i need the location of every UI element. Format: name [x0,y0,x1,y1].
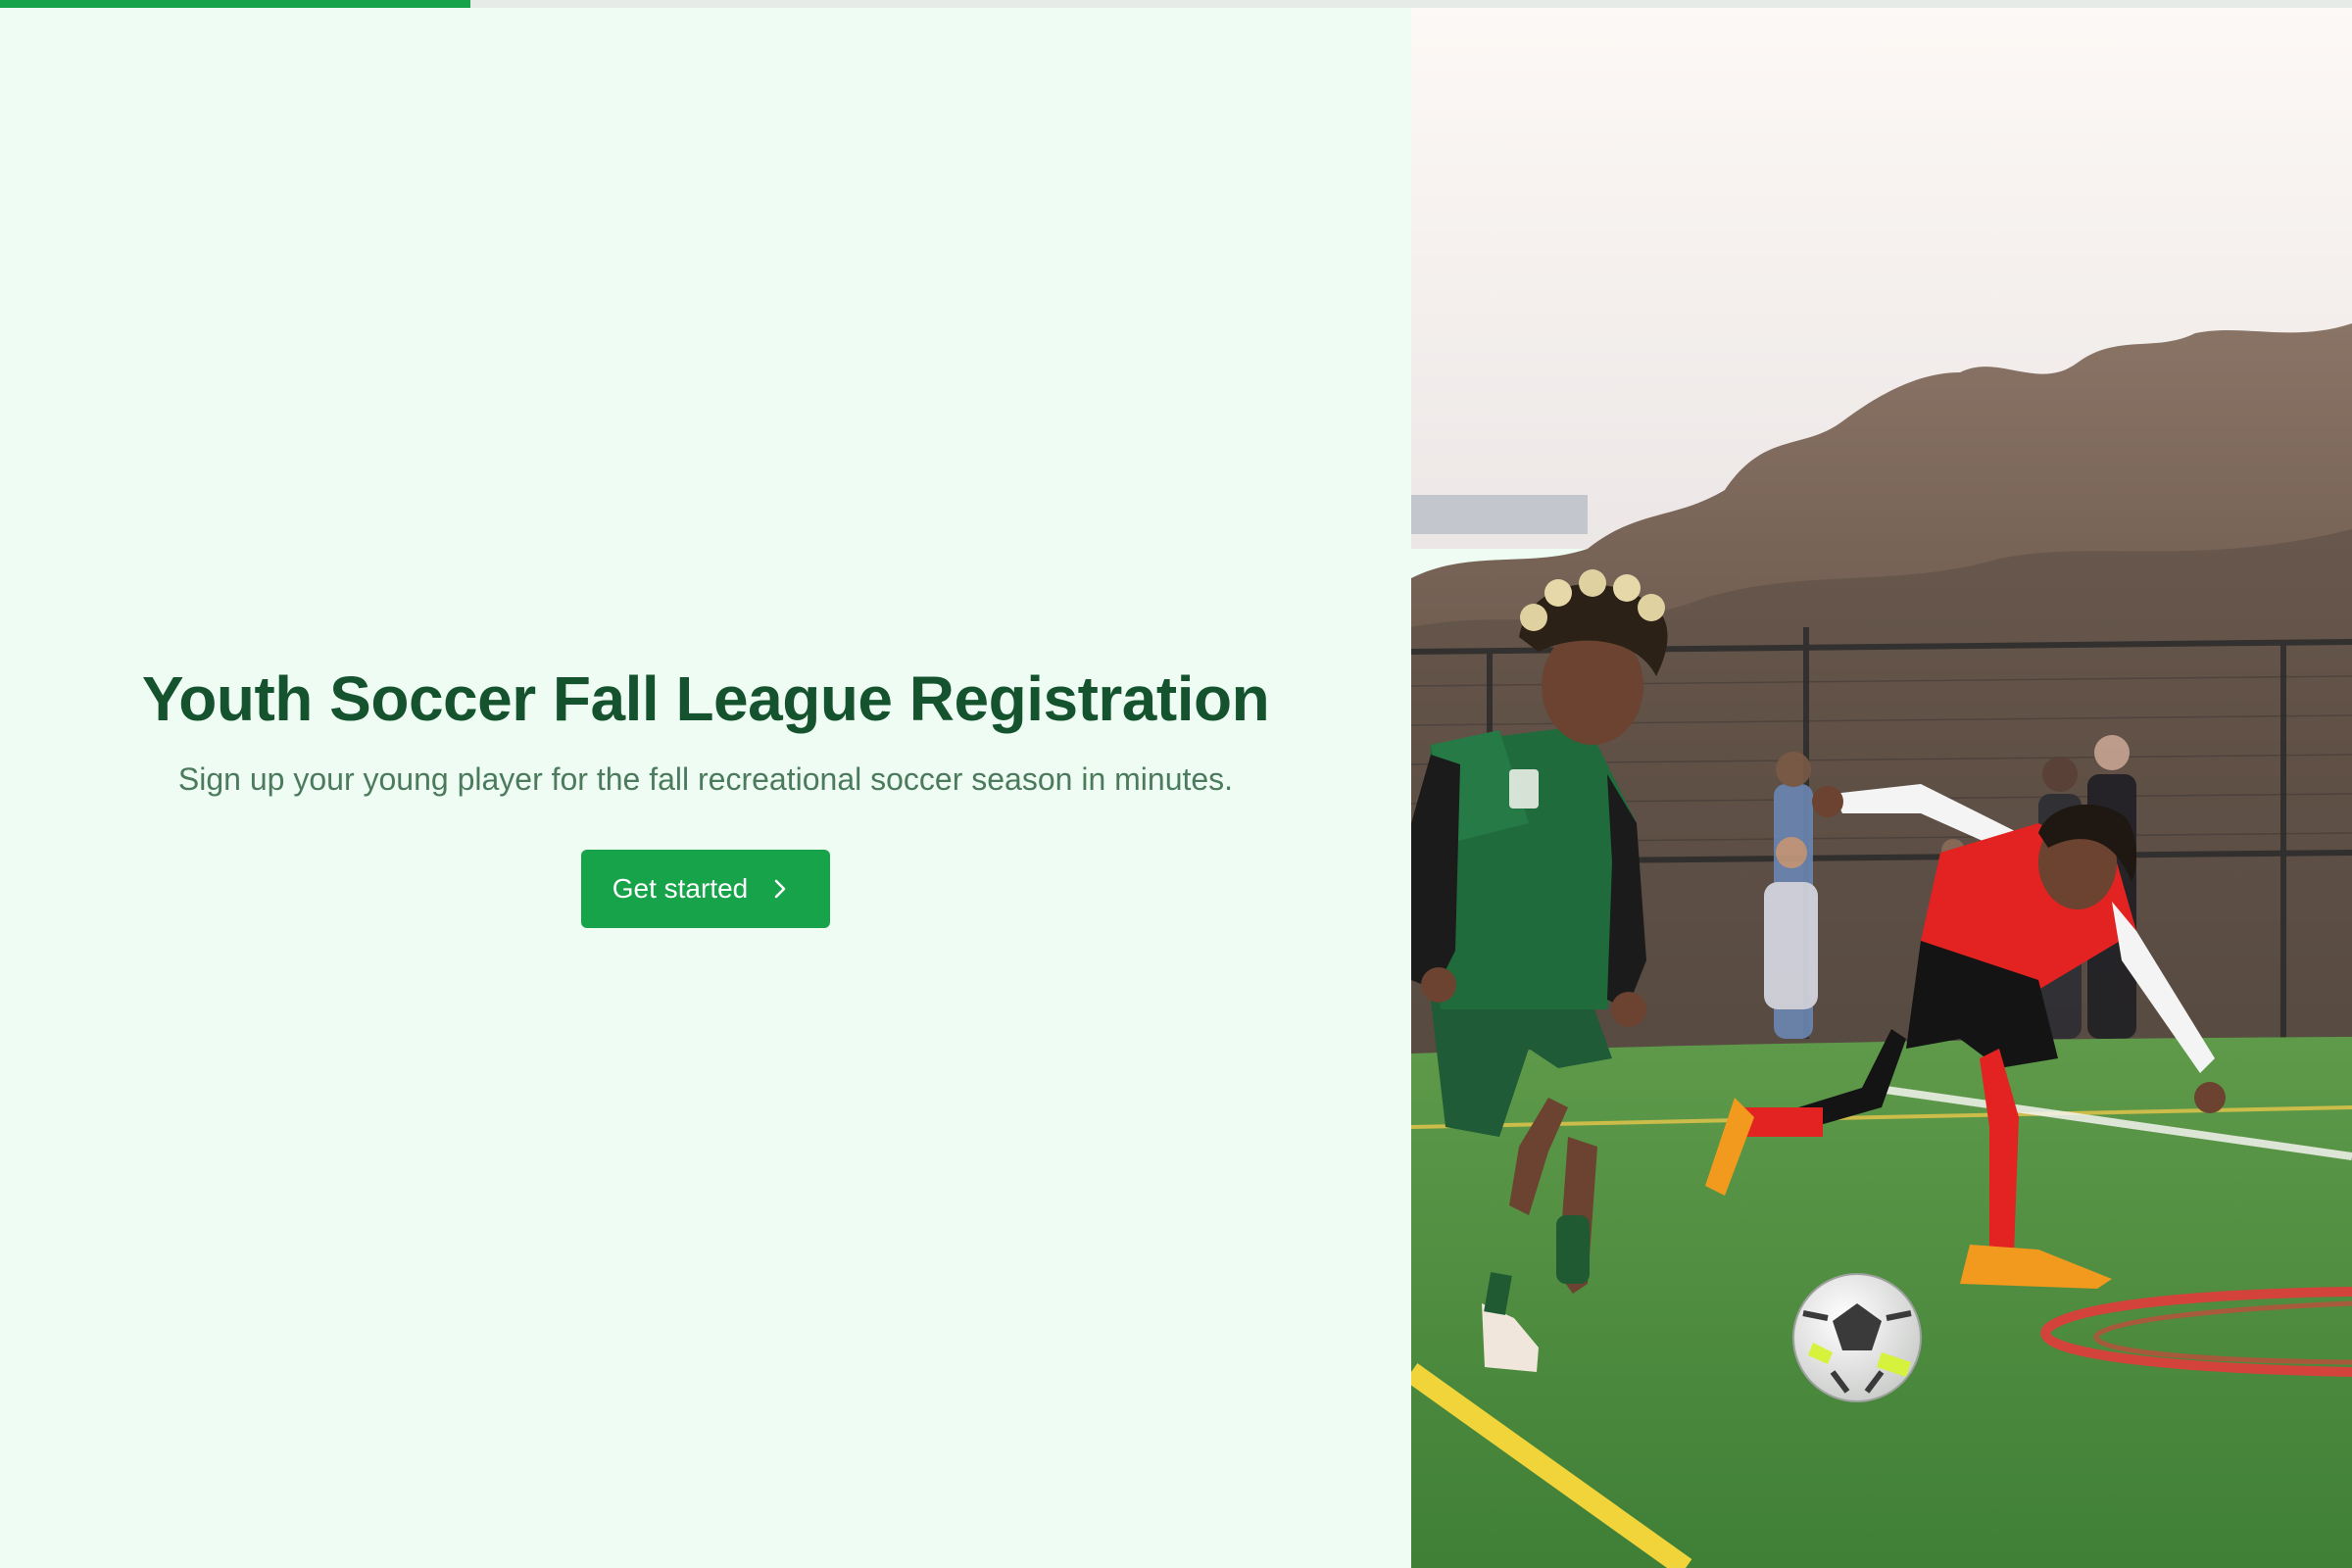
progress-bar [0,0,2352,8]
get-started-button[interactable]: Get started [580,849,831,928]
registration-welcome-page: Youth Soccer Fall League Registration Si… [0,0,2352,1568]
soccer-photo-illustration [1411,0,2352,1568]
welcome-content: Youth Soccer Fall League Registration Si… [141,660,1270,928]
page-subtitle: Sign up your young player for the fall r… [177,760,1234,797]
chevron-right-icon [769,878,791,900]
get-started-label: Get started [612,872,749,904]
progress-bar-fill [0,0,470,8]
hero-photo [1411,0,2352,1568]
page-title: Youth Soccer Fall League Registration [141,662,1270,734]
welcome-panel: Youth Soccer Fall League Registration Si… [0,0,1411,1568]
